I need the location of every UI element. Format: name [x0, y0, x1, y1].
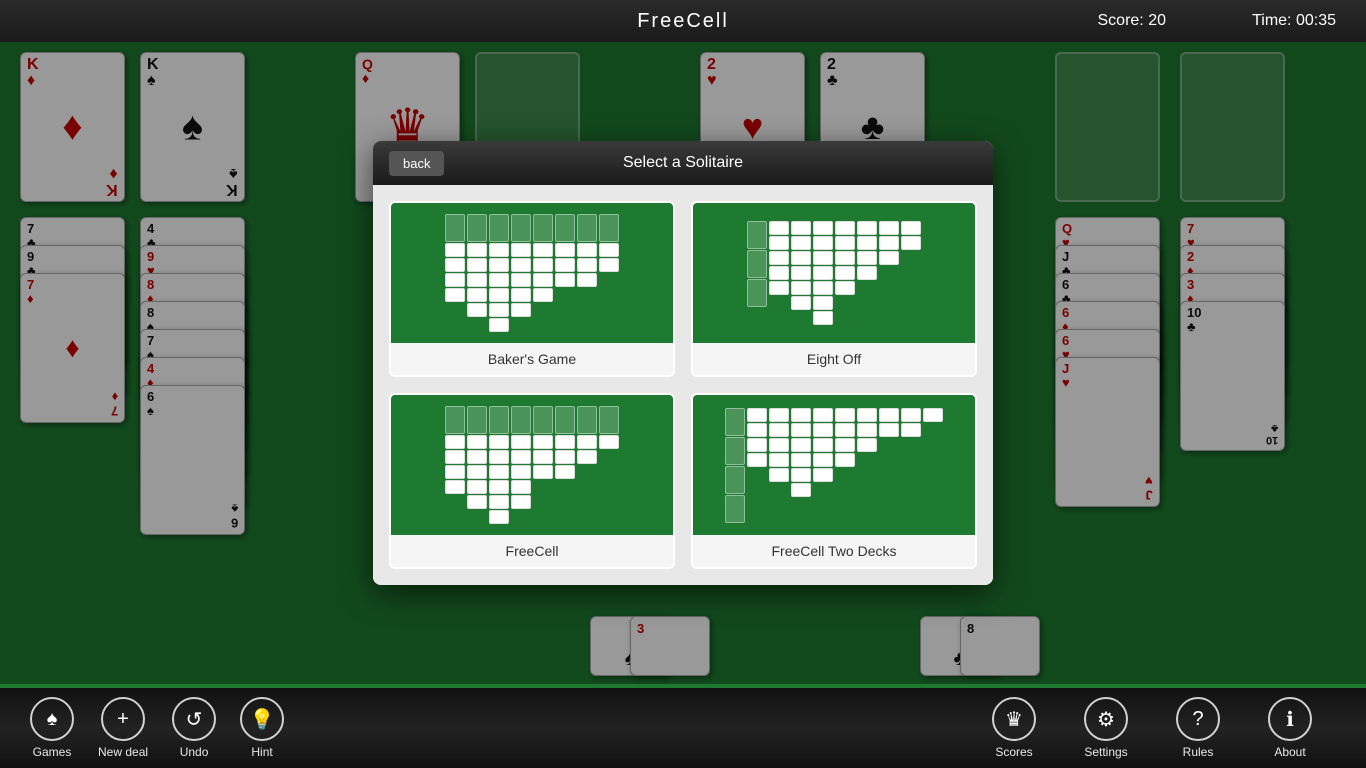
- eight-off-preview: [693, 203, 975, 343]
- undo-label: Undo: [180, 745, 209, 759]
- hint-icon: 💡: [240, 697, 284, 741]
- scores-label: Scores: [995, 745, 1032, 759]
- freecell-label: FreeCell: [391, 535, 673, 567]
- freecell-two-decks-preview: [693, 395, 975, 535]
- undo-button[interactable]: ↺ Undo: [172, 697, 216, 759]
- new-deal-label: New deal: [98, 745, 148, 759]
- scores-icon: ♛: [992, 697, 1036, 741]
- dialog-title: Select a Solitaire: [623, 154, 743, 172]
- undo-icon: ↺: [172, 697, 216, 741]
- app-title: FreeCell: [637, 10, 729, 33]
- eight-off-option[interactable]: Eight Off: [691, 201, 977, 377]
- settings-button[interactable]: ⚙ Settings: [1084, 697, 1128, 759]
- freecell-option[interactable]: FreeCell: [389, 393, 675, 569]
- back-button[interactable]: back: [389, 151, 444, 176]
- rules-button[interactable]: ? Rules: [1176, 697, 1220, 759]
- bakers-game-preview: [391, 203, 673, 343]
- freecell-two-decks-label: FreeCell Two Decks: [693, 535, 975, 567]
- rules-label: Rules: [1183, 745, 1214, 759]
- time-label: Time:: [1252, 12, 1291, 29]
- about-button[interactable]: ℹ About: [1268, 697, 1312, 759]
- about-label: About: [1274, 745, 1305, 759]
- score-value: 20: [1148, 12, 1166, 29]
- scores-button[interactable]: ♛ Scores: [992, 697, 1036, 759]
- dialog-header: back Select a Solitaire: [373, 141, 993, 185]
- games-button[interactable]: ♠ Games: [30, 697, 74, 759]
- dialog-body: Baker's Game: [373, 185, 993, 585]
- games-icon: ♠: [30, 697, 74, 741]
- time-display: Time: 00:35: [1252, 12, 1336, 30]
- bakers-game-label: Baker's Game: [391, 343, 673, 375]
- game-area: K♦ K♦ ♦ K♠ K♠ ♠ Q♦ ♛ 2♥ ♥ 2♣ ♣ 7♣ 9♣: [0, 42, 1366, 726]
- toolbar: ♠ Games + New deal ↺ Undo 💡 Hint ♛ Score…: [0, 688, 1366, 768]
- bakers-game-option[interactable]: Baker's Game: [389, 201, 675, 377]
- hint-button[interactable]: 💡 Hint: [240, 697, 284, 759]
- settings-icon: ⚙: [1084, 697, 1128, 741]
- hint-label: Hint: [251, 745, 272, 759]
- rules-icon: ?: [1176, 697, 1220, 741]
- header: FreeCell Score: 20 Time: 00:35: [0, 0, 1366, 42]
- freecell-two-decks-option[interactable]: FreeCell Two Decks: [691, 393, 977, 569]
- settings-label: Settings: [1084, 745, 1127, 759]
- freecell-preview: [391, 395, 673, 535]
- new-deal-button[interactable]: + New deal: [98, 697, 148, 759]
- select-solitaire-dialog: back Select a Solitaire: [373, 141, 993, 585]
- about-icon: ℹ: [1268, 697, 1312, 741]
- score-label: Score:: [1098, 12, 1144, 29]
- toolbar-right: ♛ Scores ⚙ Settings ? Rules ℹ About: [992, 697, 1336, 759]
- eight-off-label: Eight Off: [693, 343, 975, 375]
- new-deal-icon: +: [101, 697, 145, 741]
- time-value: 00:35: [1296, 12, 1336, 29]
- games-label: Games: [33, 745, 72, 759]
- score-display: Score: 20: [1098, 12, 1167, 30]
- overlay: back Select a Solitaire: [0, 42, 1366, 684]
